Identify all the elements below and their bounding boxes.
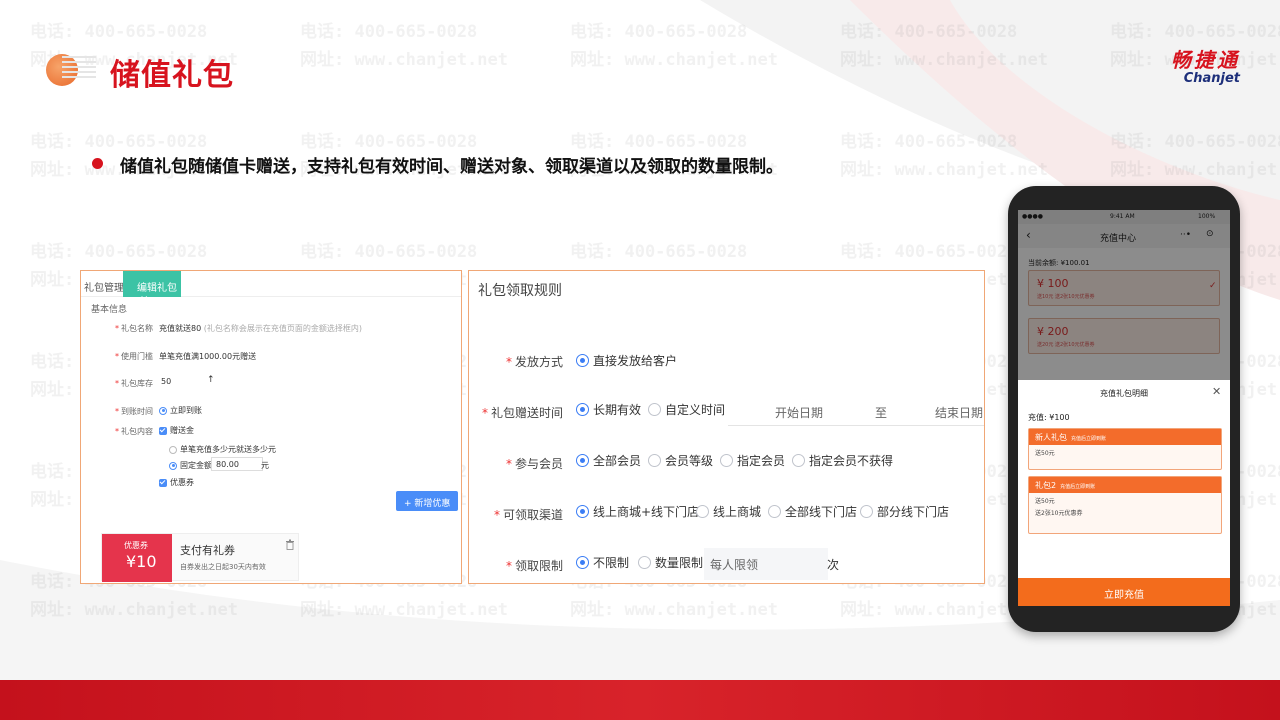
checkbox-checked-icon: [159, 478, 167, 487]
package-header: 礼包2 充值后立即到账: [1029, 477, 1221, 493]
date-start-input[interactable]: 开始日期: [775, 404, 823, 421]
radio-selected-icon: [576, 403, 589, 416]
radio-selected-icon: [576, 505, 589, 518]
radio-selected-icon: [159, 406, 167, 415]
field-label-name: * 礼包名称: [115, 324, 153, 333]
fixed-amount-unit: 元: [261, 461, 269, 470]
stock-input[interactable]: 50: [157, 375, 207, 389]
coupon-value-block: 优惠券 ¥10: [102, 534, 172, 582]
tab-edit-gift-label: 编辑礼包: [137, 283, 177, 294]
phone-screen: ●●●● 9:41 AM 100% ‹ 充值中心 ··• ⊙ 当前余额: ¥10…: [1018, 210, 1230, 606]
section-title: 基本信息: [91, 305, 128, 315]
add-coupon-button[interactable]: + 新增优惠券: [396, 491, 458, 522]
radio-unselected-icon: [648, 403, 661, 416]
radio-selected-icon: [169, 461, 177, 470]
radio-unselected-icon: [792, 454, 805, 467]
radio-unselected-icon: [696, 505, 709, 518]
time-option-longterm[interactable]: 长期有效: [576, 401, 641, 418]
coupon-tag: 优惠券: [124, 541, 148, 550]
limit-option-none[interactable]: 不限制: [576, 554, 629, 571]
coupon-name: 支付有礼券: [180, 544, 235, 557]
channel-option-online[interactable]: 线上商城: [696, 503, 761, 520]
recharge-now-button[interactable]: 立即充值: [1018, 578, 1230, 606]
radio-unselected-icon: [638, 556, 651, 569]
bullet-text: 储值礼包随储值卡赠送，支持礼包有效时间、赠送对象、领取渠道以及领取的数量限制。: [120, 157, 783, 177]
admin-tabs: 礼包管理 编辑礼包 ×: [81, 271, 461, 305]
brand-logo: 畅捷通 Chanjet: [1171, 44, 1240, 86]
members-option-specified[interactable]: 指定会员: [720, 452, 785, 469]
issue-option-direct[interactable]: 直接发放给客户: [576, 352, 677, 369]
radio-unselected-icon: [648, 454, 661, 467]
field-label-arrival: * 到账时间: [115, 407, 153, 416]
row-label-members: * 参与会员: [505, 457, 563, 471]
checkbox-checked-icon: [159, 426, 167, 435]
members-option-level[interactable]: 会员等级: [648, 452, 713, 469]
package-header: 新人礼包 充值后立即到账: [1029, 429, 1221, 445]
coupon-card: 优惠券 ¥10 支付有礼券 自券发出之日起30天内有效: [101, 533, 299, 582]
content-bonus-checkbox[interactable]: 赠送金: [159, 425, 194, 436]
option-fixed-radio[interactable]: 固定金额: [169, 460, 212, 471]
limit-per-person-input[interactable]: 每人限领: [704, 548, 828, 580]
close-icon[interactable]: ✕: [1212, 385, 1221, 398]
coupon-value: ¥10: [126, 552, 157, 571]
limit-unit: 次: [827, 558, 840, 572]
field-label-threshold: * 使用门槛: [115, 352, 153, 361]
channel-option-some-stores[interactable]: 部分线下门店: [860, 503, 949, 520]
footer-band: [0, 680, 1280, 720]
package-line: 送50元: [1035, 498, 1055, 505]
row-label-time: * 礼包赠送时间: [481, 406, 563, 420]
trash-icon[interactable]: [285, 539, 295, 550]
date-end-input[interactable]: 结束日期: [935, 404, 983, 421]
members-option-excluded[interactable]: 指定会员不获得: [792, 452, 893, 469]
content-coupon-checkbox[interactable]: 优惠券: [159, 477, 194, 488]
channel-option-all-stores[interactable]: 全部线下门店: [768, 503, 857, 520]
date-range-picker[interactable]: 开始日期 至 结束日期: [728, 396, 984, 426]
package-card: 礼包2 充值后立即到账 送50元 送2张10元优惠券: [1028, 476, 1222, 534]
radio-unselected-icon: [768, 505, 781, 518]
field-label-content: * 礼包内容: [115, 427, 153, 436]
radio-unselected-icon: [720, 454, 733, 467]
arrival-radio[interactable]: 立即到账: [159, 405, 202, 416]
package-line: 送50元: [1035, 450, 1055, 457]
admin-edit-panel: 礼包管理 编辑礼包 × 基本信息 * 礼包名称 充值就送80 (礼包名称会展示在充…: [80, 270, 462, 584]
row-label-issue: * 发放方式: [505, 355, 563, 369]
modal-backdrop[interactable]: [1018, 210, 1230, 380]
package-line: 送2张10元优惠券: [1035, 510, 1083, 517]
sheet-title: 充值礼包明细: [1100, 389, 1148, 398]
radio-unselected-icon: [860, 505, 873, 518]
radio-selected-icon: [576, 454, 589, 467]
gift-detail-sheet: 充值礼包明细 ✕ 充值: ¥100 新人礼包 充值后立即到账 送50元 礼包2 充值…: [1018, 380, 1230, 606]
row-label-limit: * 领取限制: [505, 559, 563, 573]
fixed-amount-input[interactable]: 80.00: [211, 457, 263, 471]
rules-panel: 礼包领取规则 * 发放方式 直接发放给客户 * 礼包赠送时间 长期有效 自定义时间 …: [468, 270, 985, 584]
row-label-channel: * 可领取渠道: [493, 508, 563, 522]
radio-unselected-icon: [169, 445, 177, 454]
title-logo-lines-icon: [62, 56, 96, 84]
radio-selected-icon: [576, 556, 589, 569]
bullet-dot-icon: [92, 158, 103, 169]
channel-option-all[interactable]: 线上商城+线下门店: [576, 503, 699, 520]
option-percent-radio[interactable]: 单笔充值多少元就送多少元: [169, 444, 276, 455]
coupon-desc: 自券发出之日起30天内有效: [180, 563, 266, 571]
rules-title: 礼包领取规则: [478, 283, 562, 299]
charge-amount: 充值: ¥100: [1028, 413, 1070, 422]
tab-close-icon[interactable]: ×: [140, 294, 148, 305]
limit-option-quantity[interactable]: 数量限制: [638, 554, 703, 571]
radio-selected-icon: [576, 354, 589, 367]
field-label-stock: * 礼包库存: [115, 379, 153, 388]
package-card: 新人礼包 充值后立即到账 送50元: [1028, 428, 1222, 470]
stock-cursor-icon: ↑: [207, 375, 215, 385]
tab-edit-gift[interactable]: 编辑礼包 ×: [123, 271, 181, 305]
brand-name-en: Chanjet: [1183, 71, 1240, 86]
gift-name-value[interactable]: 充值就送80 (礼包名称会展示在充值页面的金额选择框内): [159, 323, 362, 334]
time-option-custom[interactable]: 自定义时间: [648, 401, 725, 418]
tab-gift-management[interactable]: 礼包管理: [84, 279, 124, 294]
gift-name-hint: (礼包名称会展示在充值页面的金额选择框内): [203, 324, 362, 333]
phone-mockup: ●●●● 9:41 AM 100% ‹ 充值中心 ··• ⊙ 当前余额: ¥10…: [1008, 186, 1240, 632]
brand-name-cn: 畅捷通: [1171, 48, 1240, 72]
page-title: 储值礼包: [110, 58, 234, 93]
members-option-all[interactable]: 全部会员: [576, 452, 641, 469]
threshold-value[interactable]: 单笔充值满1000.00元赠送: [159, 351, 256, 362]
date-separator: 至: [875, 406, 888, 420]
